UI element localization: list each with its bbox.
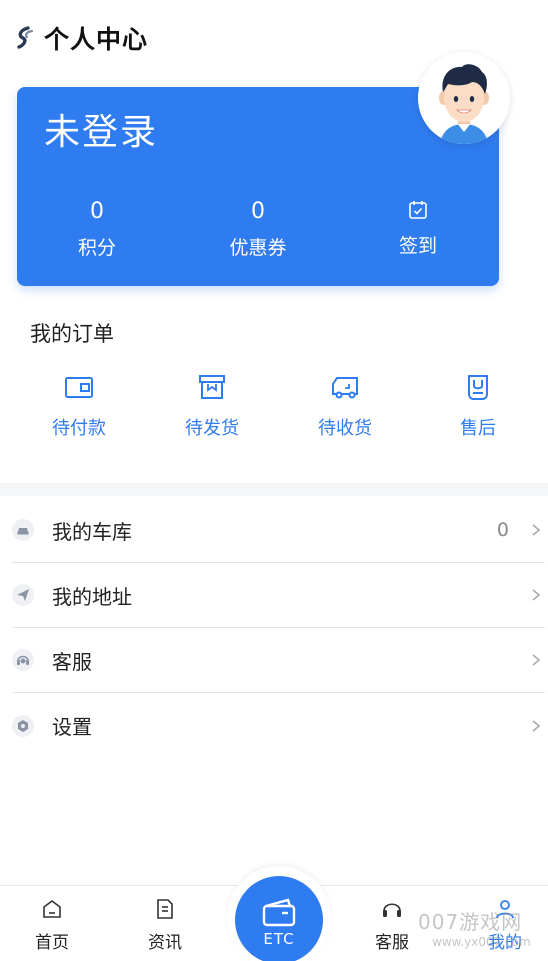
etc-card-icon: [262, 898, 296, 927]
document-icon: [157, 899, 173, 919]
home-icon: [43, 900, 61, 918]
order-pending-receipt-label: 待收货: [318, 418, 372, 439]
menu-item-garage-label: 我的车库: [52, 519, 132, 544]
avatar[interactable]: [418, 52, 510, 144]
menu-item-settings-label: 设置: [52, 715, 92, 739]
coupons-stat[interactable]: 0 优惠券: [198, 197, 318, 260]
nav-etc-button[interactable]: ETC: [235, 876, 323, 961]
page-title: 个人中心: [44, 25, 149, 54]
points-label: 积分: [77, 237, 116, 259]
menu-item-customer-service-label: 客服: [52, 649, 92, 674]
coupons-value: 0: [251, 199, 265, 224]
nav-news-label: 资讯: [148, 933, 182, 953]
section-divider: [0, 483, 548, 496]
delivery-truck-icon: [332, 377, 358, 399]
coupons-label: 优惠券: [229, 237, 287, 259]
order-pending-shipment-label: 待发货: [185, 418, 239, 439]
garage-count: 0: [496, 519, 509, 541]
signin-label: 签到: [398, 235, 437, 257]
app-logo-icon: [17, 26, 34, 49]
chevron-right-icon: [532, 719, 541, 732]
menu-item-garage[interactable]: 我的车库 0: [12, 498, 545, 563]
login-status[interactable]: 未登录: [44, 103, 158, 155]
calendar-check-icon: [409, 201, 427, 219]
nav-etc-label: ETC: [263, 930, 295, 948]
menu-item-customer-service[interactable]: 客服: [12, 628, 545, 693]
order-pending-receipt[interactable]: 待收货: [295, 372, 395, 440]
chevron-right-icon: [532, 524, 541, 536]
nav-news[interactable]: 资讯: [125, 898, 205, 953]
menu-item-address[interactable]: 我的地址: [12, 563, 545, 628]
order-pending-payment-label: 待付款: [52, 418, 106, 439]
nav-home[interactable]: 首页: [12, 898, 92, 953]
paper-plane-icon: [12, 584, 34, 606]
signin-button[interactable]: 签到: [358, 199, 478, 258]
page-header: 个人中心: [14, 18, 148, 58]
cartoon-boy-avatar: [418, 52, 510, 144]
order-pending-shipment[interactable]: 待发货: [162, 372, 262, 440]
chevron-right-icon: [532, 654, 541, 666]
watermark: 007游戏网: [418, 910, 523, 934]
gear-icon: [12, 714, 34, 737]
watermark-url: www.yx007.com: [432, 935, 531, 949]
car-icon: [12, 519, 34, 541]
order-after-sale[interactable]: 售后: [428, 372, 528, 440]
points-value: 0: [90, 199, 104, 224]
wallet-icon: [65, 377, 93, 398]
after-sale-bag-icon: [468, 375, 488, 400]
menu-item-settings[interactable]: 设置: [12, 693, 545, 758]
headset-icon: [12, 649, 34, 671]
menu-item-address-label: 我的地址: [52, 584, 132, 609]
chevron-right-icon: [532, 589, 541, 601]
orders-section-title: 我的订单: [30, 322, 114, 346]
points-stat[interactable]: 0 积分: [37, 197, 157, 260]
nav-home-label: 首页: [35, 933, 69, 953]
package-box-icon: [199, 375, 225, 399]
headphones-icon: [383, 903, 401, 917]
order-pending-payment[interactable]: 待付款: [29, 372, 129, 440]
order-after-sale-label: 售后: [460, 418, 496, 439]
